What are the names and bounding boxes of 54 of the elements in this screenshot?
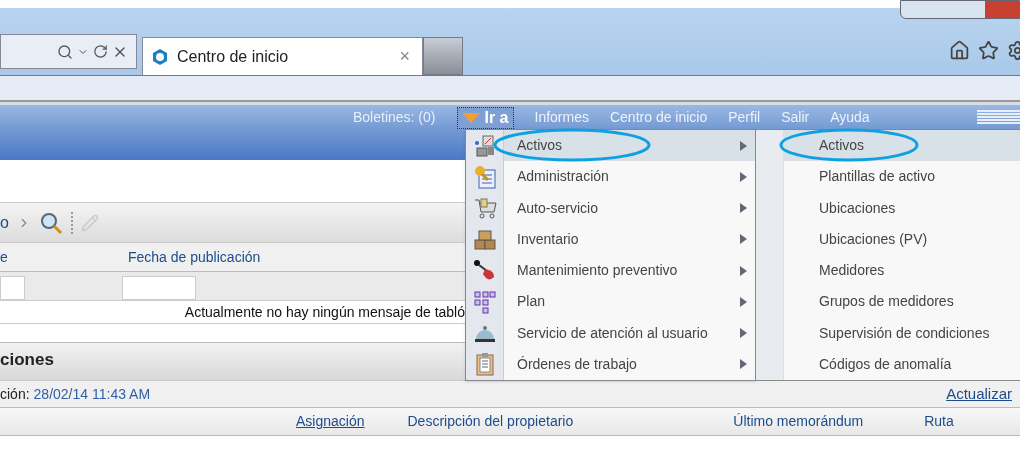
menu-triangle-icon [462, 112, 481, 123]
boxes-icon [472, 227, 497, 252]
submenu-arrow-icon [740, 171, 747, 182]
hexagon-logo-icon [151, 47, 169, 66]
key-document-icon [472, 164, 497, 189]
updated-label: ción: [0, 384, 30, 404]
column-header: Ruta [924, 412, 954, 431]
address-field[interactable] [0, 34, 137, 69]
filter-field[interactable] [122, 276, 196, 300]
menu-item[interactable]: Mantenimiento preventivo [504, 255, 755, 287]
filter-field[interactable] [0, 276, 25, 300]
magnifier-icon[interactable] [38, 210, 63, 235]
refresh-icon[interactable] [93, 44, 108, 59]
menu-item[interactable]: Servicio de atención al usuario [504, 317, 755, 349]
submenu-arrow-icon [740, 328, 747, 339]
new-tab-button[interactable] [423, 37, 463, 75]
equipment-icon [472, 133, 497, 158]
refresh-link[interactable]: Actualizar [946, 382, 1012, 406]
submenu-arrow-icon [740, 359, 747, 370]
column-header: Último memorándum [733, 412, 864, 431]
menu-item[interactable]: Ubicaciones [784, 192, 1020, 224]
browser-tab[interactable]: Centro de inicio × [142, 37, 423, 75]
updated-value: 28/02/14 11:43 AM [33, 384, 151, 404]
menu-item[interactable]: Administración [504, 161, 755, 193]
ibm-logo [975, 109, 1020, 126]
submenu-arrow-icon [740, 296, 747, 307]
favorites-star-icon[interactable] [978, 40, 999, 61]
breadcrumb-link[interactable]: o [0, 210, 9, 235]
window-controls[interactable] [900, 0, 1020, 19]
menu-item[interactable]: Inventario [504, 223, 755, 255]
menu-item[interactable]: Códigos de anomalía [784, 348, 1020, 380]
column-header[interactable]: Asignación [296, 411, 365, 432]
menu-item[interactable]: Órdenes de trabajo [504, 348, 755, 380]
submenu-arrow-icon [740, 234, 747, 245]
tab-close-button[interactable]: × [395, 43, 414, 70]
submenu-arrow-icon [740, 140, 747, 151]
menu-item[interactable]: Plan [504, 286, 755, 318]
column-header: Fecha de publicación [128, 247, 261, 267]
menu-item[interactable]: Plantillas de activo [784, 161, 1020, 193]
menu-item[interactable]: Grupos de medidores [784, 286, 1020, 318]
column-header: Descripción del propietario [407, 412, 574, 431]
shopping-cart-icon [472, 196, 497, 221]
search-icon[interactable] [57, 43, 73, 60]
menu-item[interactable]: Auto-servicio [504, 192, 755, 224]
submenu-arrow-icon [740, 203, 747, 214]
menu-item[interactable]: Medidores [784, 255, 1020, 287]
empty-message: Actualmente no hay ningún mensaje de tabló [184, 302, 465, 322]
home-icon[interactable] [949, 40, 970, 61]
column-header: e [0, 247, 9, 267]
menu-item[interactable]: Ubicaciones (PV) [784, 223, 1020, 255]
section-title: ciones [0, 348, 54, 371]
tab-title: Centro de inicio [177, 46, 290, 67]
menu-item[interactable]: Supervisión de condiciones [784, 317, 1020, 349]
submenu-arrow-icon [740, 265, 747, 276]
